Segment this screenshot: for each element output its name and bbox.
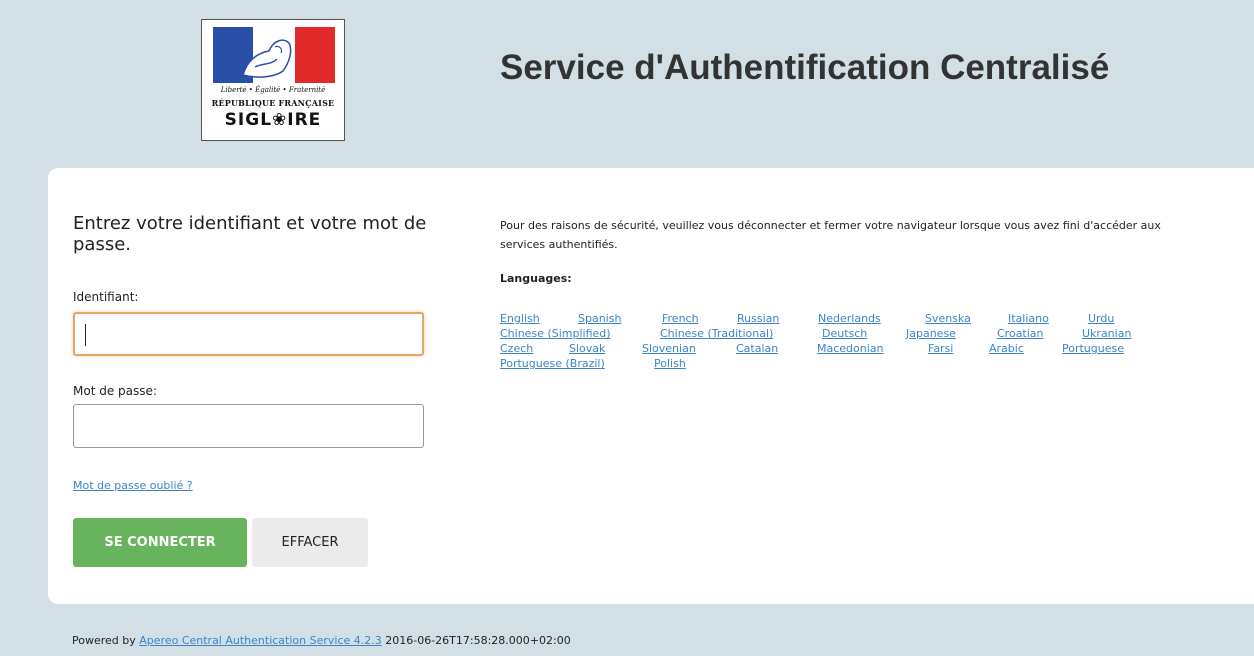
language-link-ukranian[interactable]: Ukranian bbox=[1082, 326, 1131, 341]
login-button[interactable]: SE CONNECTER bbox=[73, 518, 247, 567]
security-notice: Pour des raisons de sécurité, veuillez v… bbox=[500, 219, 1161, 251]
login-card: Entrez votre identifiant et votre mot de… bbox=[48, 168, 1254, 604]
language-link-italiano[interactable]: Italiano bbox=[1008, 311, 1049, 326]
language-link-nederlands[interactable]: Nederlands bbox=[818, 311, 881, 326]
language-link-arabic[interactable]: Arabic bbox=[989, 341, 1024, 356]
language-link-svenska[interactable]: Svenska bbox=[925, 311, 971, 326]
password-label: Mot de passe: bbox=[73, 384, 157, 398]
text-caret bbox=[85, 324, 86, 346]
language-link-japanese[interactable]: Japanese bbox=[906, 326, 956, 341]
language-link-russian[interactable]: Russian bbox=[737, 311, 779, 326]
language-link-english[interactable]: English bbox=[500, 311, 540, 326]
language-link-french[interactable]: French bbox=[662, 311, 699, 326]
cas-link[interactable]: Apereo Central Authentication Service 4.… bbox=[139, 634, 381, 647]
username-label: Identifiant: bbox=[73, 290, 139, 304]
language-link-farsi[interactable]: Farsi bbox=[928, 341, 953, 356]
language-link-slovenian[interactable]: Slovenian bbox=[642, 341, 696, 356]
language-link-croatian[interactable]: Croatian bbox=[997, 326, 1044, 341]
footer-prefix: Powered by bbox=[72, 634, 136, 647]
languages-title: Languages: bbox=[500, 272, 572, 285]
forgot-password-link[interactable]: Mot de passe oublié ? bbox=[73, 479, 193, 492]
footer-timestamp: 2016-06-26T17:58:28.000+02:00 bbox=[385, 634, 571, 647]
page-title: Service d'Authentification Centralisé bbox=[500, 48, 1110, 87]
language-link-catalan[interactable]: Catalan bbox=[736, 341, 778, 356]
language-link-chinese-simplified[interactable]: Chinese (Simplified) bbox=[500, 326, 611, 341]
language-link-czech[interactable]: Czech bbox=[500, 341, 533, 356]
language-link-portuguese-brazil[interactable]: Portuguese (Brazil) bbox=[500, 356, 605, 371]
password-input[interactable] bbox=[73, 404, 424, 448]
language-link-deutsch[interactable]: Deutsch bbox=[822, 326, 867, 341]
marianne-flag-icon bbox=[213, 27, 335, 83]
language-link-slovak[interactable]: Slovak bbox=[569, 341, 605, 356]
login-heading: Entrez votre identifiant et votre mot de… bbox=[73, 213, 427, 255]
logo-republic: RÉPUBLIQUE FRANÇAISE bbox=[211, 98, 335, 108]
language-link-macedonian[interactable]: Macedonian bbox=[817, 341, 884, 356]
username-input[interactable] bbox=[73, 312, 424, 356]
language-link-chinese-traditional[interactable]: Chinese (Traditional) bbox=[660, 326, 773, 341]
language-link-spanish[interactable]: Spanish bbox=[578, 311, 621, 326]
logo-sigle: SIGL❀IRE bbox=[224, 110, 322, 130]
clear-button[interactable]: EFFACER bbox=[252, 518, 368, 567]
language-link-urdu[interactable]: Urdu bbox=[1088, 311, 1114, 326]
language-link-polish[interactable]: Polish bbox=[654, 356, 686, 371]
language-link-portuguese[interactable]: Portuguese bbox=[1062, 341, 1124, 356]
footer: Powered by Apereo Central Authentication… bbox=[72, 634, 571, 647]
republique-francaise-logo: Liberté • Égalité • Fraternité RÉPUBLIQU… bbox=[201, 19, 345, 141]
logo-motto: Liberté • Égalité • Fraternité bbox=[220, 86, 326, 94]
